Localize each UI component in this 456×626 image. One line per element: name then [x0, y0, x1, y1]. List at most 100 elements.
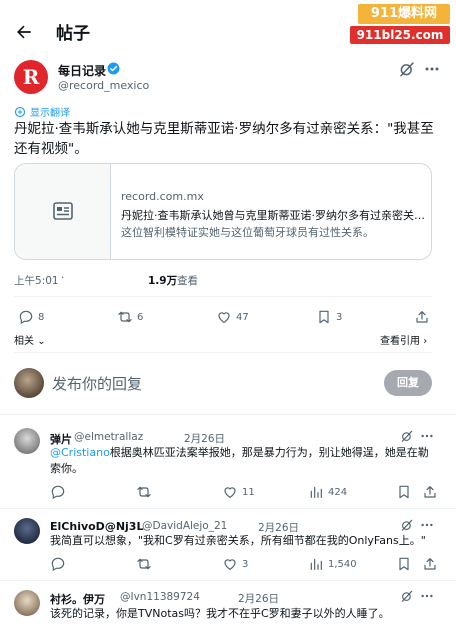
reply-like-button[interactable]: 3 [222, 556, 248, 572]
like-count: 47 [236, 311, 249, 323]
author-avatar[interactable]: R [14, 60, 48, 94]
heart-icon [218, 312, 230, 324]
views-icon [310, 486, 322, 498]
reply-like-count: 3 [242, 558, 249, 570]
bookmark-count: 3 [336, 311, 343, 323]
reply-count: 8 [38, 311, 45, 323]
chevron-down-icon: ⌄ [37, 336, 46, 347]
bookmark-icon [399, 557, 409, 571]
reply-bookmark-button[interactable] [396, 556, 412, 572]
watermark-url: 911bl25.com [350, 26, 450, 44]
more-options-icon[interactable] [420, 429, 434, 443]
reply-avatar[interactable] [14, 590, 40, 616]
reply-avatar[interactable] [14, 518, 40, 544]
reply-reply-button[interactable] [50, 556, 66, 572]
view-quotes-label: 查看引用 [380, 336, 420, 347]
divider [14, 296, 432, 297]
show-translation-link[interactable]: 显示翻译 [14, 104, 70, 119]
heart-icon [224, 559, 236, 571]
divider [0, 508, 456, 509]
reply-views-count: 424 [328, 486, 348, 498]
bookmark-icon [319, 310, 329, 324]
reply-like-button[interactable]: 11 [222, 484, 255, 500]
reply-avatar[interactable] [14, 428, 40, 454]
author-handle[interactable]: @record_mexico [58, 79, 149, 92]
link-card-domain: record.com.mx [121, 190, 204, 203]
reply-author-handle[interactable]: @DavidAlejo_21 [142, 520, 227, 532]
link-card-title: 丹妮拉·查韦斯承认她曾与克里斯蒂亚诺·罗纳尔多有过亲密关系... [121, 209, 427, 222]
reply-author-name[interactable]: 衬衫。伊万 [50, 591, 105, 607]
separator-dot: · [61, 272, 65, 284]
translate-icon [14, 106, 26, 117]
more-options-icon[interactable] [420, 589, 434, 603]
reply-author-handle[interactable]: @Ivn11389724 [120, 591, 200, 603]
reply-submit-button[interactable]: 回复 [384, 370, 432, 396]
reply-retweet-button[interactable] [136, 484, 152, 500]
grok-icon[interactable] [400, 518, 414, 532]
like-button[interactable]: 47 [216, 309, 249, 325]
retweet-icon [118, 311, 132, 323]
share-icon [424, 558, 436, 570]
current-user-avatar[interactable] [14, 368, 44, 398]
reply-views-button[interactable]: 1,540 [308, 556, 357, 572]
reply-like-count: 11 [242, 486, 255, 498]
reply-icon [51, 557, 65, 572]
chevron-right-icon: › [423, 336, 428, 347]
link-card[interactable]: record.com.mx 丹妮拉·查韦斯承认她曾与克里斯蒂亚诺·罗纳尔多有过亲… [14, 163, 432, 260]
reply-share-button[interactable] [422, 556, 438, 572]
reply-views-button[interactable]: 424 [308, 484, 347, 500]
reply-share-button[interactable] [422, 484, 438, 500]
author-name[interactable]: 每日记录 [58, 62, 106, 79]
reply-input[interactable]: 发布你的回复 [52, 373, 142, 394]
bookmark-icon [399, 485, 409, 499]
verified-badge-icon [107, 62, 120, 75]
more-options-icon[interactable] [420, 518, 434, 532]
reply-mention[interactable]: @Cristiano [50, 446, 110, 459]
retweet-count: 6 [137, 311, 144, 323]
reply-text: 我简直可以想象，"我和C罗有过亲密关系，所有细节都在我的OnlyFans上。" [50, 534, 426, 547]
related-dropdown[interactable]: 相关 ⌄ [14, 332, 46, 347]
article-icon [53, 202, 73, 220]
link-card-thumbnail [15, 164, 111, 259]
related-label: 相关 [14, 336, 34, 347]
divider [0, 580, 456, 581]
reply-retweet-button[interactable] [136, 556, 152, 572]
link-card-description: 这位智利模特证实她与这位葡萄牙球员有过性关系。 [121, 226, 374, 239]
grok-icon[interactable] [400, 429, 414, 443]
reply-button[interactable]: 8 [18, 309, 44, 325]
views-count: 1.9万 [148, 275, 178, 287]
post-time[interactable]: 上午5:01 [14, 273, 59, 288]
reply-date[interactable]: 2月26日 [184, 431, 225, 446]
back-arrow-icon[interactable] [14, 22, 34, 42]
page-title: 帖子 [56, 24, 90, 44]
more-options-icon[interactable] [424, 62, 440, 76]
watermark-logo: 911爆料网 [358, 4, 450, 24]
divider [0, 414, 456, 415]
grok-icon[interactable] [400, 589, 414, 603]
reply-reply-button[interactable] [50, 484, 66, 500]
reply-author-handle[interactable]: @elmetrallaz [74, 431, 143, 443]
views-icon [310, 558, 322, 570]
retweet-button[interactable]: 6 [117, 309, 143, 325]
reply-author-name[interactable]: ElChivoD@Nj3L [50, 520, 143, 533]
reply-text: 该死的记录，你是TVNotas吗？我才不在乎C罗和妻子以外的人睡了。 [50, 607, 390, 620]
view-quotes-link[interactable]: 查看引用 › [380, 332, 427, 347]
share-icon [416, 311, 428, 323]
views-label: 查看 [177, 275, 198, 287]
reply-text: @Cristiano根据奥林匹亚法案举报她，那是暴力行为，别让她得逞，她是在勒索… [50, 445, 436, 477]
divider [14, 352, 432, 353]
share-button[interactable] [414, 309, 430, 325]
retweet-icon [137, 558, 151, 570]
reply-icon [51, 485, 65, 500]
reply-views-count: 1,540 [328, 558, 357, 570]
reply-icon [19, 310, 33, 325]
retweet-icon [137, 486, 151, 498]
bookmark-button[interactable]: 3 [316, 309, 342, 325]
heart-icon [224, 487, 236, 499]
reply-date[interactable]: 2月26日 [238, 591, 279, 606]
show-translation-label: 显示翻译 [30, 108, 70, 119]
grok-icon[interactable] [398, 60, 416, 78]
post-text: 丹妮拉·查韦斯承认她与克里斯蒂亚诺·罗纳尔多有过亲密关系："我甚至还有视频"。 [14, 121, 434, 157]
share-icon [424, 486, 436, 498]
reply-bookmark-button[interactable] [396, 484, 412, 500]
